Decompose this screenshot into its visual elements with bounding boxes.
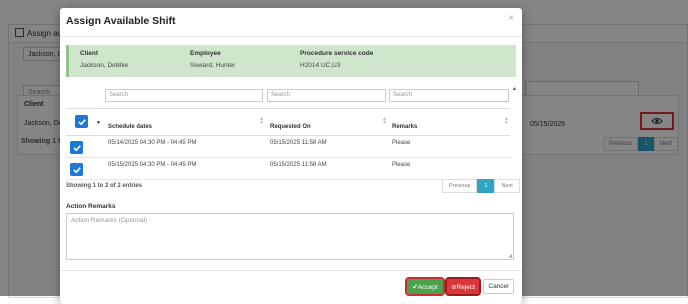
footer-divider [60,270,522,271]
table-scrollbar[interactable]: ▲ ▼ [512,86,517,192]
resize-handle-icon[interactable]: ◢ [508,253,512,259]
checkmark-icon [72,144,81,151]
table-header-row: ▼ Schedule dates ▲ ▼ Requested On ▲ ▼ Rema… [66,108,510,136]
action-remarks-placeholder: Action Remarks (Optional) [71,217,148,224]
schedule-search-input[interactable]: Search [105,89,263,102]
close-icon[interactable]: × [508,13,514,24]
requested-cell: 05/15/2025 11:58 AM [270,140,327,146]
previous-button[interactable]: Previous [442,179,478,193]
select-dropdown-caret[interactable]: ▼ [96,120,101,126]
client-label: Client [80,50,99,57]
modal-title: Assign Available Shift [66,15,176,27]
select-all-checkbox[interactable] [75,115,88,128]
row-checkbox[interactable] [70,141,83,154]
remarks-cell: Please [392,162,411,168]
sort-icon: ▲ ▼ [382,116,387,126]
sort-icon: ▲ ▼ [504,116,509,126]
table-row[interactable]: 05/15/2025 04:30 PM - 04:45 PM 05/15/202… [66,158,510,180]
procedure-value: H2014 UC,U3 [300,62,341,69]
requested-cell: 05/15/2025 11:58 AM [270,162,327,168]
action-remarks-textarea[interactable]: Action Remarks (Optional) ◢ [66,213,514,260]
remarks-header[interactable]: Remarks [392,124,417,130]
scroll-up-icon[interactable]: ▲ [512,86,517,92]
assign-shift-modal: Assign Available Shift × Client Jackson,… [60,8,522,304]
action-remarks-label: Action Remarks [66,203,116,210]
schedule-dates-header[interactable]: Schedule dates [108,124,152,130]
cancel-button[interactable]: Cancel [483,279,514,294]
client-value: Jackson, Debbie [80,62,129,69]
checkmark-icon [72,166,81,173]
employee-label: Employee [190,50,221,57]
remarks-search-input[interactable]: Search [389,89,509,102]
requested-search-input[interactable]: Search [267,89,386,102]
showing-entries-text: Showing 1 to 2 of 2 entries [66,183,143,189]
table-row[interactable]: 05/14/2025 04:30 PM - 04:45 PM 05/15/202… [66,136,510,158]
requested-on-header[interactable]: Requested On [270,124,311,130]
accept-button[interactable]: ✔Accept [405,277,445,296]
schedule-cell: 05/15/2025 04:30 PM - 04:45 PM [108,162,197,168]
next-button[interactable]: Next [494,179,520,193]
page-1-button[interactable]: 1 [477,179,495,193]
schedule-cell: 05/14/2025 04:30 PM - 04:45 PM [108,140,197,146]
employee-value: Seward, Hunter [190,62,236,69]
header-divider [60,36,522,37]
row-checkbox[interactable] [70,163,83,176]
reject-button[interactable]: ⊘Reject [445,277,481,296]
remarks-cell: Please [392,140,411,146]
shift-info-panel: Client Jackson, Debbie Employee Seward, … [66,45,516,77]
pagination: Previous 1 Next [442,179,520,193]
procedure-label: Procedure service code [300,50,374,57]
checkmark-icon [77,118,86,125]
sort-icon: ▲ ▼ [259,116,264,126]
